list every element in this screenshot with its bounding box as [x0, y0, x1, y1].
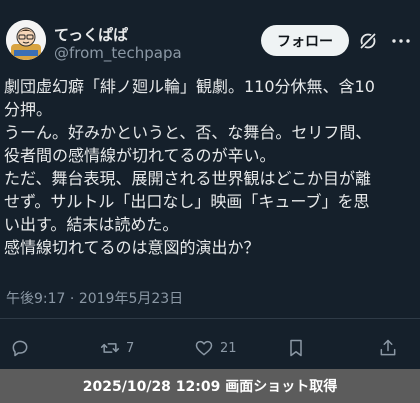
follow-button[interactable]: フォロー	[261, 25, 349, 56]
share-button[interactable]	[378, 336, 398, 360]
tweet-header: てっくぱぱ @from_techpapa フォロー	[0, 0, 420, 72]
retweet-button[interactable]: 7	[100, 336, 134, 360]
user-handle[interactable]: @from_techpapa	[54, 44, 182, 62]
retweet-count: 7	[126, 340, 135, 356]
screenshot-caption: 2025/10/28 12:09 画面ショット取得	[0, 369, 420, 403]
tweet-line: 分押。	[4, 100, 53, 119]
avatar[interactable]	[6, 20, 46, 60]
timestamp-separator: ·	[65, 291, 79, 307]
like-count: 21	[220, 340, 237, 356]
reply-icon	[12, 340, 28, 357]
tweet-timestamp: 午後9:17 · 2019年5月23日	[6, 288, 183, 308]
like-button[interactable]: 21	[194, 336, 237, 360]
share-icon	[380, 339, 396, 356]
display-name[interactable]: てっくぱぱ	[54, 24, 128, 45]
heart-icon	[195, 340, 213, 356]
tweet-date[interactable]: 2019年5月23日	[79, 291, 183, 307]
tweet-line: うーん。好みかというと、否、な舞台。セリフ間、	[4, 123, 372, 142]
tweet-line: 劇団虚幻癖「緋ノ廻ル輪」観劇。110分休無、含10	[4, 77, 375, 96]
grok-icon[interactable]	[358, 31, 378, 51]
tweet-time[interactable]: 午後9:17	[6, 291, 65, 307]
tweet-line: せず。サルトル「出口なし」映画「キューブ」を思	[4, 192, 370, 211]
more-dots-icon[interactable]	[391, 31, 411, 51]
action-bar: 7 21	[0, 330, 420, 366]
tweet-card: てっくぱぱ @from_techpapa フォロー 劇団虚幻癖「緋ノ廻ル輪」観劇…	[0, 0, 420, 369]
bookmark-icon	[290, 339, 302, 357]
cartoon-avatar-icon	[6, 20, 46, 60]
tweet-text: 劇団虚幻癖「緋ノ廻ル輪」観劇。110分休無、含10 分押。 うーん。好みかという…	[4, 75, 416, 259]
tweet-line: 役者間の感情線が切れてるのが辛い。	[4, 146, 276, 165]
divider	[0, 318, 420, 319]
tweet-line: ただ、舞台表現、展開される世界観はどこか目が離	[4, 169, 372, 188]
tweet-line: 感情線切れてるのは意図的演出か？	[4, 238, 260, 257]
bookmark-button[interactable]	[286, 336, 306, 360]
reply-button[interactable]	[10, 336, 36, 360]
tweet-line: い出す。結末は読めた。	[4, 215, 179, 234]
retweet-icon	[100, 343, 120, 353]
